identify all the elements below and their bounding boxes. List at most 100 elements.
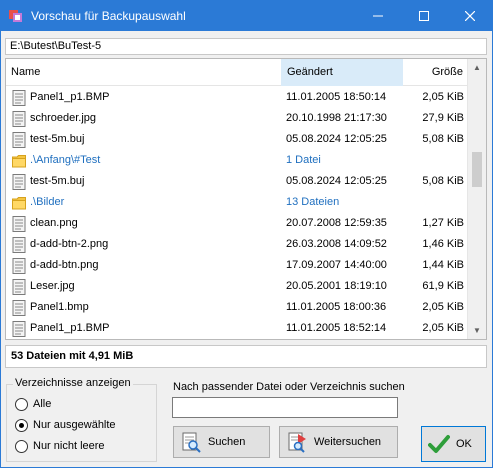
- scrollbar-thumb[interactable]: [472, 152, 482, 187]
- document-icon: [12, 216, 26, 232]
- folder-row[interactable]: .\Bilder 13 Dateien: [6, 192, 468, 213]
- file-row[interactable]: Panel1_p1.BMP 11.01.2005 18:52:14 2,05 KiB: [6, 318, 468, 339]
- row-size: 61,9 KiB: [422, 280, 464, 292]
- row-date: 11.01.2005 18:00:36: [286, 301, 387, 313]
- row-date: 26.03.2008 14:09:52: [286, 238, 387, 250]
- radio-all[interactable]: Alle: [15, 396, 51, 412]
- document-icon: [12, 132, 26, 148]
- search-label: Nach passender Datei oder Verzeichnis su…: [173, 381, 405, 393]
- radio-dot: [15, 397, 28, 411]
- document-icon: [12, 321, 26, 337]
- row-date: 05.08.2024 12:05:25: [286, 175, 387, 187]
- row-size: 2,05 KiB: [422, 301, 464, 313]
- ok-button[interactable]: OK: [421, 426, 486, 462]
- radio-label: Nur ausgewählte: [33, 419, 116, 431]
- row-date: 20.10.1998 21:17:30: [286, 112, 387, 124]
- folder-icon: [12, 197, 26, 210]
- radio-non-empty-only[interactable]: Nur nicht leere: [15, 438, 105, 454]
- radio-label: Alle: [33, 398, 52, 410]
- row-date: 1 Datei: [286, 154, 321, 166]
- search-next-icon: [288, 432, 306, 453]
- group-legend: Verzeichnisse anzeigen: [13, 377, 133, 389]
- checkmark-icon: [428, 435, 450, 453]
- maximize-button[interactable]: [401, 1, 447, 31]
- file-list[interactable]: Name Geändert Größe Panel1_p1.BMP 11.01.2…: [5, 58, 487, 340]
- list-rows: Panel1_p1.BMP 11.01.2005 18:50:14 2,05 KiB…: [6, 87, 468, 339]
- title-bar[interactable]: Vorschau für Backupauswahl: [1, 1, 492, 31]
- search-input[interactable]: [172, 397, 398, 418]
- row-date: 20.07.2008 12:59:35: [286, 217, 387, 229]
- scroll-up-icon[interactable]: ▲: [468, 59, 486, 76]
- document-icon: [12, 258, 26, 274]
- file-row[interactable]: Leser.jpg 20.05.2001 18:19:10 61,9 KiB: [6, 276, 468, 297]
- search-next-button-label: Weitersuchen: [314, 436, 382, 448]
- column-header-size[interactable]: Größe: [403, 59, 463, 86]
- file-row[interactable]: test-5m.buj 05.08.2024 12:05:25 5,08 KiB: [6, 129, 468, 150]
- window-title: Vorschau für Backupauswahl: [31, 9, 186, 23]
- row-name: Leser.jpg: [30, 280, 75, 292]
- row-date: 11.01.2005 18:50:14: [286, 91, 387, 103]
- file-row[interactable]: Panel1_p1.BMP 11.01.2005 18:50:14 2,05 KiB: [6, 87, 468, 108]
- file-row[interactable]: d-add-btn-2.png 26.03.2008 14:09:52 1,46 K…: [6, 234, 468, 255]
- folder-row[interactable]: .\Anfang\#Test 1 Datei: [6, 150, 468, 171]
- row-name: Panel1_p1.BMP: [30, 322, 110, 334]
- minimize-button[interactable]: [355, 1, 401, 31]
- document-icon: [12, 111, 26, 127]
- row-date: 13 Dateien: [286, 196, 340, 208]
- file-row[interactable]: test-5m.buj 05.08.2024 12:05:25 5,08 KiB: [6, 171, 468, 192]
- column-header-date[interactable]: Geändert: [281, 59, 403, 86]
- row-size: 1,46 KiB: [422, 238, 464, 250]
- column-header-name[interactable]: Name: [11, 59, 40, 86]
- file-row[interactable]: d-add-btn.png 17.09.2007 14:40:00 1,44 KiB: [6, 255, 468, 276]
- document-icon: [12, 90, 26, 106]
- row-size: 27,9 KiB: [422, 112, 464, 124]
- search-document-icon: [182, 432, 201, 453]
- file-row[interactable]: clean.png 20.07.2008 12:59:35 1,27 KiB: [6, 213, 468, 234]
- radio-dot-checked: [15, 418, 28, 432]
- document-icon: [12, 174, 26, 190]
- ok-button-label: OK: [456, 438, 472, 450]
- path-field: E:\Butest\BuTest-5: [5, 38, 487, 55]
- row-name: d-add-btn.png: [30, 259, 99, 271]
- document-icon: [12, 237, 26, 253]
- row-name: Panel1.bmp: [30, 301, 89, 313]
- row-name: .\Bilder: [30, 196, 65, 208]
- summary-text: 53 Dateien mit 4,91 MiB: [5, 345, 487, 368]
- row-date: 11.01.2005 18:52:14: [286, 322, 387, 334]
- dialog-window: Vorschau für Backupauswahl E:\Butest\BuT…: [0, 0, 493, 468]
- row-name: d-add-btn-2.png: [30, 238, 109, 250]
- maximize-icon: [419, 11, 429, 21]
- directory-filter-group: Verzeichnisse anzeigen Alle Nur ausgewäh…: [6, 377, 157, 462]
- vertical-scrollbar[interactable]: ▲ ▼: [467, 59, 486, 339]
- search-button[interactable]: Suchen: [173, 426, 270, 458]
- file-row[interactable]: Panel1.bmp 11.01.2005 18:00:36 2,05 KiB: [6, 297, 468, 318]
- folder-icon: [12, 155, 26, 168]
- row-size: 2,05 KiB: [422, 322, 464, 334]
- close-button[interactable]: [447, 1, 493, 31]
- search-next-button[interactable]: Weitersuchen: [279, 426, 398, 458]
- document-icon: [12, 279, 26, 295]
- row-name: Panel1_p1.BMP: [30, 91, 110, 103]
- row-name: .\Anfang\#Test: [30, 154, 101, 166]
- search-button-label: Suchen: [208, 436, 246, 448]
- row-name: clean.png: [30, 217, 78, 229]
- row-size: 5,08 KiB: [422, 175, 464, 187]
- list-header: Name Geändert Größe: [6, 59, 468, 86]
- radio-selected-only[interactable]: Nur ausgewählte: [15, 417, 116, 433]
- row-size: 1,44 KiB: [422, 259, 464, 271]
- row-date: 20.05.2001 18:19:10: [286, 280, 387, 292]
- row-name: test-5m.buj: [30, 133, 85, 145]
- row-date: 05.08.2024 12:05:25: [286, 133, 387, 145]
- document-icon: [12, 300, 26, 316]
- row-size: 1,27 KiB: [422, 217, 464, 229]
- close-icon: [465, 11, 475, 21]
- minimize-icon: [373, 15, 383, 17]
- row-size: 5,08 KiB: [422, 133, 464, 145]
- row-name: test-5m.buj: [30, 175, 85, 187]
- file-row[interactable]: schroeder.jpg 20.10.1998 21:17:30 27,9 KiB: [6, 108, 468, 129]
- app-icon: [9, 10, 22, 22]
- row-date: 17.09.2007 14:40:00: [286, 259, 387, 271]
- row-name: schroeder.jpg: [30, 112, 97, 124]
- radio-dot: [15, 439, 28, 453]
- scroll-down-icon[interactable]: ▼: [468, 322, 486, 339]
